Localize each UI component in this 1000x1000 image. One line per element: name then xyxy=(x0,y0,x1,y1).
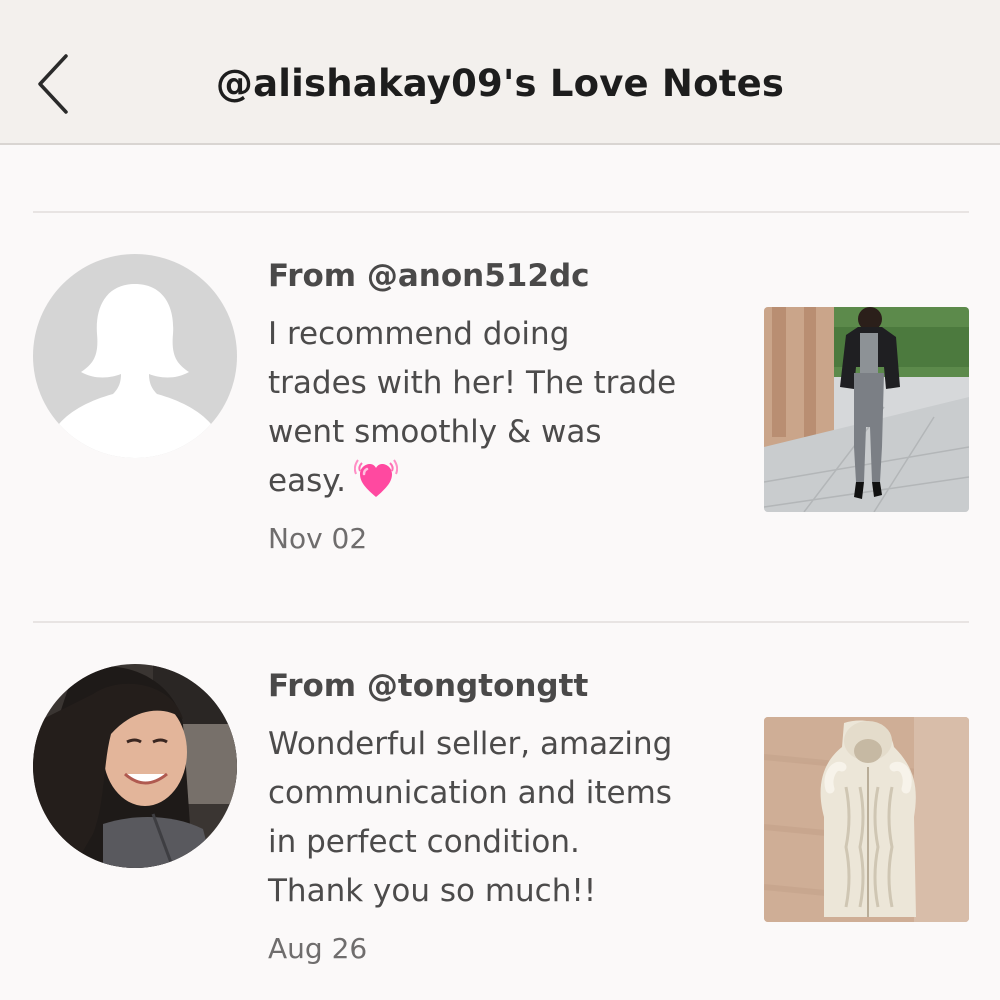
item-thumbnail[interactable] xyxy=(764,307,969,512)
message-line: went smoothly & was xyxy=(268,414,602,450)
note-date: Aug 26 xyxy=(268,932,368,965)
item-thumbnail[interactable] xyxy=(764,717,969,922)
page-title: @alishakay09's Love Notes xyxy=(215,62,785,105)
message-line: Thank you so much!! xyxy=(268,873,597,909)
message-line: trades with her! The trade xyxy=(268,365,677,401)
note-sender[interactable]: From @tongtongtt xyxy=(268,668,588,704)
message-line: I recommend doing xyxy=(268,316,570,352)
avatar-placeholder[interactable] xyxy=(33,254,237,458)
note-message: I recommend doing trades with her! The t… xyxy=(268,310,738,514)
divider xyxy=(33,621,969,623)
message-line-last: easy. xyxy=(268,457,738,514)
note-sender[interactable]: From @anon512dc xyxy=(268,258,590,294)
message-line: Wonderful seller, amazing xyxy=(268,726,673,762)
message-line: in perfect condition. xyxy=(268,824,580,860)
message-line: communication and items xyxy=(268,775,672,811)
user-photo xyxy=(33,664,237,868)
header-bar: @alishakay09's Love Notes xyxy=(0,0,1000,145)
note-date: Nov 02 xyxy=(268,522,368,555)
message-line: easy. xyxy=(268,463,346,499)
knit-vest-photo xyxy=(764,717,969,922)
outfit-photo xyxy=(764,307,969,512)
love-notes-screen: @alishakay09's Love Notes From @anon512d… xyxy=(0,0,1000,1000)
growing-heart-icon xyxy=(353,457,399,514)
avatar-photo[interactable] xyxy=(33,664,237,868)
divider xyxy=(33,211,969,213)
person-silhouette-icon xyxy=(33,254,237,458)
note-message: Wonderful seller, amazing communication … xyxy=(268,720,738,916)
